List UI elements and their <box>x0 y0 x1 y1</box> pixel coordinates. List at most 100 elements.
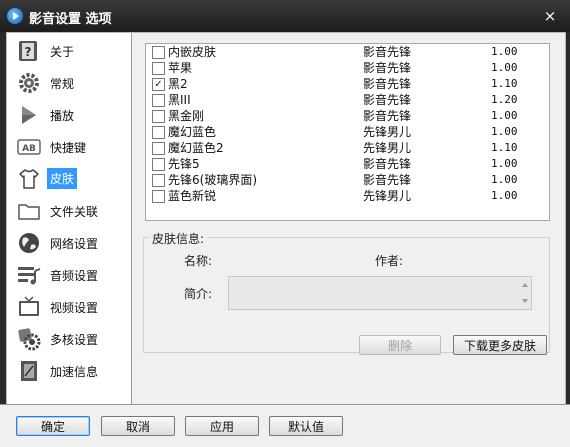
list-item[interactable]: 先锋5 影音先锋 1.00 <box>146 156 549 172</box>
skin-author: 影音先锋 <box>363 77 412 91</box>
skin-name: 蓝色新锐 <box>168 189 217 203</box>
skin-author: 先锋男儿 <box>363 189 412 203</box>
skin-version: 1.00 <box>491 45 518 58</box>
skin-name: 魔幻蓝色2 <box>168 141 224 155</box>
sidebar-item-label: 快捷键 <box>50 141 87 155</box>
sidebar-item-multicore[interactable]: 多核设置 <box>7 323 131 355</box>
sidebar-item-general[interactable]: 常规 <box>7 67 131 99</box>
multicore-icon <box>18 328 41 351</box>
skin-desc-label: 简介: <box>184 287 213 301</box>
skin-info-legend: 皮肤信息: <box>149 230 208 247</box>
skin-author: 先锋男儿 <box>363 125 412 139</box>
speed-icon <box>21 361 37 381</box>
skin-name: 黑2 <box>168 77 188 91</box>
skin-checkbox[interactable] <box>152 142 165 155</box>
tv-icon <box>19 296 39 316</box>
sidebar-item-label: 常规 <box>50 77 75 91</box>
skin-version: 1.10 <box>491 141 518 154</box>
sidebar-item-audio[interactable]: 音频设置 <box>7 259 131 291</box>
sidebar-item-file-assoc[interactable]: 文件关联 <box>7 195 131 227</box>
list-item[interactable]: 苹果 影音先锋 1.00 <box>146 60 549 76</box>
svg-text:?: ? <box>25 45 32 59</box>
sidebar-item-speed[interactable]: 加速信息 <box>7 355 131 387</box>
skin-checkbox[interactable] <box>152 174 165 187</box>
skin-version: 1.20 <box>491 93 518 106</box>
sidebar-item-label: 视频设置 <box>50 301 99 315</box>
sidebar-item-about[interactable]: ? 关于 <box>7 35 131 67</box>
skin-name: 内嵌皮肤 <box>168 45 217 59</box>
skin-name: 先锋6(玻璃界面) <box>168 173 257 187</box>
sidebar-item-hotkeys[interactable]: AB 快捷键 <box>7 131 131 163</box>
skin-author: 影音先锋 <box>363 93 412 107</box>
gear-icon <box>19 73 39 93</box>
close-button[interactable]: × <box>541 7 559 25</box>
skin-name-label: 名称: <box>184 254 213 268</box>
skin-version: 1.00 <box>491 61 518 74</box>
skin-name: 先锋5 <box>168 157 200 171</box>
svg-text:AB: AB <box>22 144 36 154</box>
skin-version: 1.00 <box>491 173 518 186</box>
skin-description-box[interactable] <box>228 276 532 310</box>
list-item[interactable]: 黑III 影音先锋 1.20 <box>146 92 549 108</box>
skin-author: 影音先锋 <box>363 61 412 75</box>
scroll-up-arrow-icon[interactable] <box>522 283 528 287</box>
keyboard-icon: AB <box>17 139 41 155</box>
skin-version: 1.00 <box>491 125 518 138</box>
list-item[interactable]: 先锋6(玻璃界面) 影音先锋 1.00 <box>146 172 549 188</box>
sidebar-item-label: 关于 <box>50 45 75 59</box>
tshirt-icon <box>19 169 39 189</box>
cancel-button[interactable]: 取消 <box>101 416 175 436</box>
skin-name: 黑金刚 <box>168 109 205 123</box>
ok-button[interactable]: 确定 <box>16 416 90 436</box>
globe-icon <box>19 233 39 253</box>
sidebar-item-label: 多核设置 <box>50 333 99 347</box>
sidebar-item-label: 文件关联 <box>50 205 99 219</box>
skin-version: 1.00 <box>491 189 518 202</box>
sidebar-item-label: 音频设置 <box>50 269 99 283</box>
sidebar-item-video[interactable]: 视频设置 <box>7 291 131 323</box>
sidebar: ? 关于 常规 播放 AB 快捷键 皮肤 文件关联 网络设置 音频设置 视频设置… <box>7 33 132 405</box>
play-icon <box>22 106 36 124</box>
skin-version: 1.10 <box>491 77 518 90</box>
skin-name: 魔幻蓝色 <box>168 125 217 139</box>
default-button[interactable]: 默认值 <box>269 416 343 436</box>
app-logo-icon <box>7 8 23 24</box>
sidebar-item-label: 加速信息 <box>50 365 99 379</box>
skin-checkbox[interactable] <box>152 126 165 139</box>
skin-checkbox[interactable] <box>152 158 165 171</box>
content-area: ? 关于 常规 播放 AB 快捷键 皮肤 文件关联 网络设置 音频设置 视频设置… <box>6 32 566 406</box>
skin-checkbox[interactable] <box>152 62 165 75</box>
info-icon: ? <box>19 41 37 61</box>
download-more-skins-button[interactable]: 下载更多皮肤 <box>453 335 547 355</box>
skin-checkbox[interactable] <box>152 190 165 203</box>
list-item[interactable]: 蓝色新锐 先锋男儿 1.00 <box>146 188 549 204</box>
skin-version: 1.00 <box>491 157 518 170</box>
skin-list[interactable]: 内嵌皮肤 影音先锋 1.00 苹果 影音先锋 1.00 ✓ 黑2 影音先锋 1.… <box>145 43 550 221</box>
list-item[interactable]: 魔幻蓝色 先锋男儿 1.00 <box>146 124 549 140</box>
sidebar-item-network[interactable]: 网络设置 <box>7 227 131 259</box>
list-item[interactable]: 黑金刚 影音先锋 1.00 <box>146 108 549 124</box>
skin-author: 先锋男儿 <box>363 141 412 155</box>
title-bar[interactable]: 影音设置 选项 × <box>0 0 570 32</box>
sidebar-item-label: 皮肤 <box>47 168 78 189</box>
footer-bar: 确定 取消 应用 默认值 <box>0 404 570 447</box>
sidebar-item-label: 播放 <box>50 109 75 123</box>
skin-author-label: 作者: <box>375 254 404 268</box>
skin-author: 影音先锋 <box>363 45 412 59</box>
apply-button[interactable]: 应用 <box>185 416 259 436</box>
sidebar-item-skin[interactable]: 皮肤 <box>7 163 131 195</box>
list-item[interactable]: 魔幻蓝色2 先锋男儿 1.10 <box>146 140 549 156</box>
skin-checkbox[interactable] <box>152 94 165 107</box>
window-title: 影音设置 选项 <box>29 12 112 27</box>
skin-checkbox[interactable]: ✓ <box>152 78 165 91</box>
scroll-down-arrow-icon[interactable] <box>522 299 528 303</box>
skin-version: 1.00 <box>491 109 518 122</box>
skin-checkbox[interactable] <box>152 46 165 59</box>
sidebar-item-playback[interactable]: 播放 <box>7 99 131 131</box>
list-item[interactable]: 内嵌皮肤 影音先锋 1.00 <box>146 44 549 60</box>
skin-checkbox[interactable] <box>152 110 165 123</box>
list-item[interactable]: ✓ 黑2 影音先锋 1.10 <box>146 76 549 92</box>
sidebar-item-label: 网络设置 <box>50 237 99 251</box>
delete-button[interactable]: 删除 <box>359 335 441 355</box>
skin-author: 影音先锋 <box>363 157 412 171</box>
